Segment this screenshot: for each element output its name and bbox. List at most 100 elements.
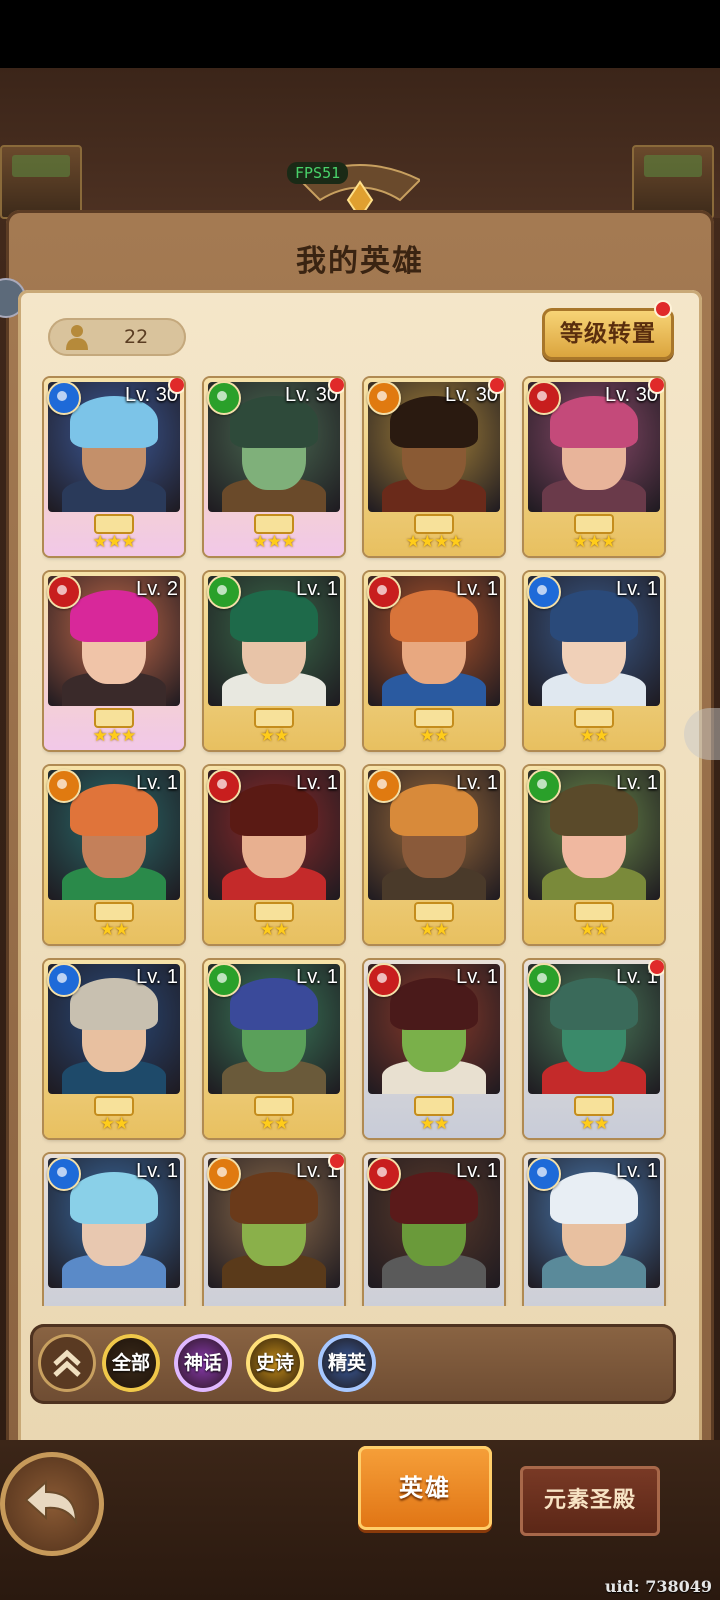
element-water-icon bbox=[47, 1157, 81, 1191]
hero-level: Lv. 1 bbox=[616, 1160, 658, 1182]
element-water-icon bbox=[527, 1157, 561, 1191]
level-transfer-notification-dot bbox=[654, 300, 672, 318]
hero-grid: Lv. 30 ★★★ Lv. 30 ★★★ Lv. 30 ★★★★ Lv. 30 ★★★ Lv.… bbox=[42, 376, 682, 1306]
hero-stars: ★★ bbox=[579, 920, 609, 940]
hero-card[interactable]: Lv. 1 bbox=[524, 1154, 664, 1306]
hero-card[interactable]: Lv. 1 ★★ bbox=[524, 766, 664, 944]
element-fire-icon bbox=[47, 575, 81, 609]
hero-level: Lv. 1 bbox=[136, 966, 178, 988]
element-nature-icon bbox=[527, 963, 561, 997]
hero-card[interactable]: Lv. 1 ★★ bbox=[204, 960, 344, 1138]
user-icon bbox=[66, 325, 88, 350]
hero-notification-dot bbox=[488, 378, 504, 394]
hero-card[interactable]: Lv. 1 ★★ bbox=[44, 960, 184, 1138]
hero-screen: FPS51 我的英雄 22 等级转置 Lv. 30 ★★★ Lv. 30 ★★★ Lv.… bbox=[0, 0, 720, 1600]
element-water-icon bbox=[527, 575, 561, 609]
hero-stars: ★★ bbox=[259, 726, 289, 746]
hero-count-value: 22 bbox=[124, 326, 149, 348]
hero-notification-dot bbox=[328, 1154, 344, 1170]
level-transfer-button[interactable]: 等级转置 bbox=[542, 308, 674, 360]
hero-card[interactable]: Lv. 1 ★★ bbox=[364, 766, 504, 944]
hero-level: Lv. 1 bbox=[456, 578, 498, 600]
hero-notification-dot bbox=[648, 960, 664, 976]
hero-level: Lv. 1 bbox=[296, 578, 338, 600]
element-water-icon bbox=[47, 381, 81, 415]
hero-level: Lv. 1 bbox=[296, 772, 338, 794]
rarity-badge bbox=[574, 902, 614, 922]
hero-stars: ★★★★ bbox=[405, 532, 464, 552]
rarity-badge bbox=[254, 902, 294, 922]
hero-card[interactable]: Lv. 30 ★★★ bbox=[524, 378, 664, 556]
filter-all-button[interactable]: 全部 bbox=[102, 1334, 160, 1392]
collapse-filter-button[interactable] bbox=[38, 1334, 96, 1392]
hero-level: Lv. 1 bbox=[456, 772, 498, 794]
hero-card[interactable]: Lv. 1 bbox=[204, 1154, 344, 1306]
hero-stars: ★★ bbox=[579, 1114, 609, 1134]
element-light-icon bbox=[367, 769, 401, 803]
rarity-badge bbox=[94, 708, 134, 728]
rarity-filter-bar: 全部 神话 史诗 精英 bbox=[30, 1324, 676, 1404]
hero-card[interactable]: Lv. 1 bbox=[44, 1154, 184, 1306]
rarity-badge bbox=[414, 1096, 454, 1116]
filter-mythic-button[interactable]: 神话 bbox=[174, 1334, 232, 1392]
hero-stars: ★★ bbox=[99, 920, 129, 940]
hero-card[interactable]: Lv. 2 ★★★ bbox=[44, 572, 184, 750]
hero-stars: ★★★ bbox=[572, 532, 617, 552]
filter-elite-button[interactable]: 精英 bbox=[318, 1334, 376, 1392]
hero-stars: ★★ bbox=[419, 1114, 449, 1134]
element-fire-icon bbox=[207, 769, 241, 803]
hero-count-badge: 22 bbox=[48, 318, 186, 356]
hero-notification-dot bbox=[648, 378, 664, 394]
element-nature-icon bbox=[207, 963, 241, 997]
hero-stars: ★★★ bbox=[92, 532, 137, 552]
element-fire-icon bbox=[367, 575, 401, 609]
status-bar-area bbox=[0, 0, 720, 68]
rarity-badge bbox=[254, 1096, 294, 1116]
rarity-badge bbox=[254, 514, 294, 534]
rarity-badge bbox=[574, 708, 614, 728]
back-arrow-icon bbox=[24, 1479, 78, 1526]
hero-level: Lv. 1 bbox=[456, 966, 498, 988]
rarity-badge bbox=[414, 708, 454, 728]
element-light-icon bbox=[207, 1157, 241, 1191]
fps-counter: FPS51 bbox=[287, 162, 349, 184]
tab-element-temple[interactable]: 元素圣殿 bbox=[520, 1466, 660, 1536]
hero-card[interactable]: Lv. 1 ★★ bbox=[364, 572, 504, 750]
hero-card[interactable]: Lv. 1 bbox=[364, 1154, 504, 1306]
element-fire-icon bbox=[367, 963, 401, 997]
hero-card[interactable]: Lv. 30 ★★★★ bbox=[364, 378, 504, 556]
hero-card[interactable]: Lv. 30 ★★★ bbox=[44, 378, 184, 556]
hero-card[interactable]: Lv. 1 ★★ bbox=[204, 766, 344, 944]
hero-card[interactable]: Lv. 1 ★★ bbox=[44, 766, 184, 944]
back-button[interactable] bbox=[0, 1452, 104, 1556]
filter-epic-button[interactable]: 史诗 bbox=[246, 1334, 304, 1392]
rarity-badge bbox=[94, 1096, 134, 1116]
hero-stars: ★★★ bbox=[92, 726, 137, 746]
hero-card[interactable]: Lv. 30 ★★★ bbox=[204, 378, 344, 556]
element-light-icon bbox=[47, 769, 81, 803]
hero-level: Lv. 1 bbox=[616, 772, 658, 794]
rarity-badge bbox=[574, 514, 614, 534]
hero-stars: ★★ bbox=[259, 1114, 289, 1134]
rarity-badge bbox=[414, 514, 454, 534]
element-fire-icon bbox=[527, 381, 561, 415]
hero-stars: ★★ bbox=[99, 1114, 129, 1134]
hero-card[interactable]: Lv. 1 ★★ bbox=[364, 960, 504, 1138]
hero-card[interactable]: Lv. 1 ★★ bbox=[204, 572, 344, 750]
hero-level: Lv. 1 bbox=[456, 1160, 498, 1182]
hero-stars: ★★ bbox=[419, 726, 449, 746]
double-chevron-up-icon bbox=[53, 1349, 81, 1377]
hero-notification-dot bbox=[168, 378, 184, 394]
element-nature-icon bbox=[527, 769, 561, 803]
hero-card[interactable]: Lv. 1 ★★ bbox=[524, 572, 664, 750]
hero-level: Lv. 1 bbox=[136, 1160, 178, 1182]
rarity-badge bbox=[94, 514, 134, 534]
rarity-badge bbox=[254, 708, 294, 728]
element-nature-icon bbox=[207, 575, 241, 609]
hero-stars: ★★ bbox=[419, 920, 449, 940]
hero-card[interactable]: Lv. 1 ★★ bbox=[524, 960, 664, 1138]
right-pillar-decoration bbox=[632, 145, 714, 219]
rarity-badge bbox=[574, 1096, 614, 1116]
tab-heroes[interactable]: 英雄 bbox=[358, 1446, 492, 1530]
page-title: 我的英雄 bbox=[296, 244, 424, 279]
